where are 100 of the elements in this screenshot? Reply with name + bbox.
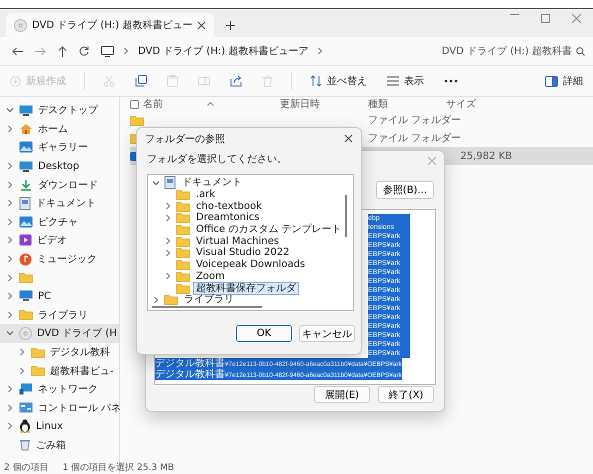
back-arrow-icon[interactable] bbox=[12, 46, 23, 56]
scrollbar-thumb[interactable] bbox=[152, 306, 262, 308]
tree-item[interactable]: 超教科書保存フォルダ bbox=[194, 282, 298, 294]
refresh-icon[interactable] bbox=[79, 46, 89, 56]
chevron-right-icon[interactable] bbox=[152, 296, 160, 304]
chevron-right-icon[interactable] bbox=[164, 202, 172, 210]
folder-icon bbox=[31, 365, 45, 376]
chevron-right-icon[interactable] bbox=[164, 248, 172, 257]
dialog-button[interactable]: 展開(E) bbox=[314, 386, 370, 403]
sidebar-item[interactable]: 超教科書ビュ- bbox=[0, 361, 119, 380]
column-header[interactable]: サイズ bbox=[446, 99, 476, 110]
plus-circle-icon bbox=[10, 76, 21, 86]
sidebar-item[interactable]: ホーム bbox=[0, 120, 119, 138]
close-icon[interactable] bbox=[197, 20, 206, 30]
sidebar-item[interactable]: ビデオ bbox=[0, 231, 119, 250]
tree-item[interactable]: ドキュメント bbox=[180, 177, 244, 188]
chevron-right-icon[interactable] bbox=[6, 199, 14, 208]
sidebar-item[interactable]: デジタル教科 bbox=[0, 342, 119, 362]
chevron-right-icon[interactable] bbox=[164, 272, 172, 280]
breadcrumb[interactable]: DVD ドライブ (H:) 超教科書ビューア bbox=[138, 44, 308, 58]
chevron-right-icon[interactable] bbox=[18, 348, 26, 356]
sidebar-item[interactable]: ネットワーク bbox=[0, 380, 119, 398]
chevron-down-icon[interactable] bbox=[152, 178, 160, 187]
maximize-icon[interactable] bbox=[541, 14, 550, 23]
sidebar-item[interactable]: ピクチャ bbox=[0, 212, 119, 232]
tree-item[interactable]: Zoom bbox=[194, 270, 227, 282]
rename-icon bbox=[198, 75, 210, 87]
chevron-right-icon[interactable] bbox=[6, 218, 14, 226]
plus-icon[interactable] bbox=[226, 21, 236, 30]
chevron-right-icon[interactable] bbox=[164, 214, 172, 222]
details-button[interactable]: 詳細 bbox=[543, 72, 585, 90]
tree-item[interactable]: Office のカスタム テンプレート bbox=[194, 224, 344, 236]
more-icon bbox=[444, 79, 458, 83]
sort-arrows-icon bbox=[310, 75, 322, 87]
chevron-right-icon[interactable] bbox=[6, 162, 14, 170]
sidebar-item[interactable]: ライブラリ bbox=[0, 306, 119, 324]
select-all-checkbox[interactable] bbox=[130, 100, 139, 108]
chevron-right-icon[interactable] bbox=[6, 310, 14, 319]
chevron-right-icon[interactable] bbox=[316, 47, 324, 55]
sidebar-item[interactable]: ごみ箱 bbox=[0, 436, 119, 454]
up-arrow-icon[interactable] bbox=[58, 46, 67, 56]
chevron-down-icon[interactable] bbox=[6, 329, 14, 338]
chevron-right-icon[interactable] bbox=[18, 366, 26, 375]
dialog-button[interactable]: キャンセル bbox=[299, 325, 355, 342]
forward-arrow-icon[interactable] bbox=[35, 46, 46, 56]
tree-item[interactable]: cho-textbook bbox=[194, 200, 264, 212]
dialog-button[interactable]: 終了(X) bbox=[378, 386, 434, 403]
sidebar-item[interactable]: DVD ドライブ (H bbox=[0, 324, 119, 343]
tree-item[interactable]: Voicepeak Downloads bbox=[194, 259, 308, 270]
search-field[interactable]: DVD ドライブ (H:) 超教科書 bbox=[442, 44, 585, 58]
column-header[interactable]: 名前 bbox=[143, 97, 163, 111]
sidebar-item[interactable]: ミュージック bbox=[0, 250, 119, 268]
chevron-right-icon[interactable] bbox=[6, 180, 14, 189]
column-header[interactable]: 更新日時 bbox=[280, 99, 320, 110]
sidebar-item[interactable]: Desktop bbox=[0, 156, 119, 176]
chevron-right-icon[interactable] bbox=[6, 404, 14, 412]
column-header[interactable]: 種類 bbox=[368, 99, 388, 110]
close-icon[interactable] bbox=[344, 134, 353, 143]
chevron-right-icon[interactable] bbox=[6, 292, 14, 300]
monitor-icon bbox=[19, 104, 33, 116]
file-row[interactable]: ファイル フォルダー bbox=[130, 111, 593, 129]
sidebar-item[interactable]: ギャラリー bbox=[0, 138, 119, 157]
sidebar-item[interactable]: Linux bbox=[0, 417, 119, 436]
scrollbar-thumb[interactable] bbox=[345, 195, 347, 237]
chevron-right-icon[interactable] bbox=[6, 385, 14, 394]
sidebar-item[interactable]: ドキュメント bbox=[0, 194, 119, 213]
chevron-right-icon[interactable] bbox=[164, 237, 172, 246]
search-icon bbox=[576, 46, 585, 56]
monitor-icon[interactable] bbox=[101, 46, 114, 56]
chevron-right-icon[interactable] bbox=[6, 124, 14, 133]
folder-tree[interactable]: ドキュメント .ark cho-textbook Dreamtonics Office のカスタム テンプレート Virtual Machines Visual Studio 2022 Voicepeak Downloads Zoom 超教科書保存フォルダ ライブラリ bbox=[147, 174, 354, 311]
sidebar-item[interactable]: ダウンロード bbox=[0, 175, 119, 194]
tree-item[interactable]: .ark bbox=[194, 189, 218, 200]
chevron-right-icon[interactable] bbox=[6, 274, 14, 282]
copy-button[interactable] bbox=[133, 73, 149, 89]
browser-tab[interactable]: DVD ドライブ (H:) 超教科書ビュー bbox=[6, 13, 214, 37]
sidebar-item[interactable]: PC bbox=[0, 286, 119, 306]
browse-button[interactable]: 参照(B)... bbox=[376, 181, 434, 199]
tree-item[interactable]: Dreamtonics bbox=[194, 212, 262, 224]
home-icon bbox=[19, 122, 33, 135]
folder-icon bbox=[31, 346, 45, 358]
tree-item[interactable]: Virtual Machines bbox=[194, 236, 281, 247]
chevron-right-icon[interactable] bbox=[122, 47, 130, 55]
view-button[interactable]: 表示 bbox=[385, 72, 426, 90]
share-button[interactable] bbox=[228, 73, 244, 89]
chevron-right-icon[interactable] bbox=[6, 236, 14, 244]
more-button[interactable] bbox=[442, 77, 460, 85]
chevron-right-icon[interactable] bbox=[6, 255, 14, 264]
prompt-text: フォルダを選択してください。 bbox=[147, 153, 287, 166]
chevron-right-icon[interactable] bbox=[6, 422, 14, 430]
penguin-icon bbox=[19, 419, 31, 434]
folder-icon bbox=[19, 272, 33, 284]
sidebar-item[interactable]: コントロール パネ bbox=[0, 398, 119, 418]
tree-item[interactable]: Visual Studio 2022 bbox=[194, 247, 292, 258]
share-icon bbox=[230, 75, 242, 87]
sidebar-item[interactable]: デスクトップ bbox=[0, 101, 119, 120]
dialog-button[interactable]: OK bbox=[236, 325, 292, 342]
sort-button[interactable]: 並べ替え bbox=[308, 72, 369, 90]
chevron-down-icon[interactable] bbox=[6, 106, 14, 114]
tree-item[interactable]: ライブラリ bbox=[182, 294, 236, 306]
